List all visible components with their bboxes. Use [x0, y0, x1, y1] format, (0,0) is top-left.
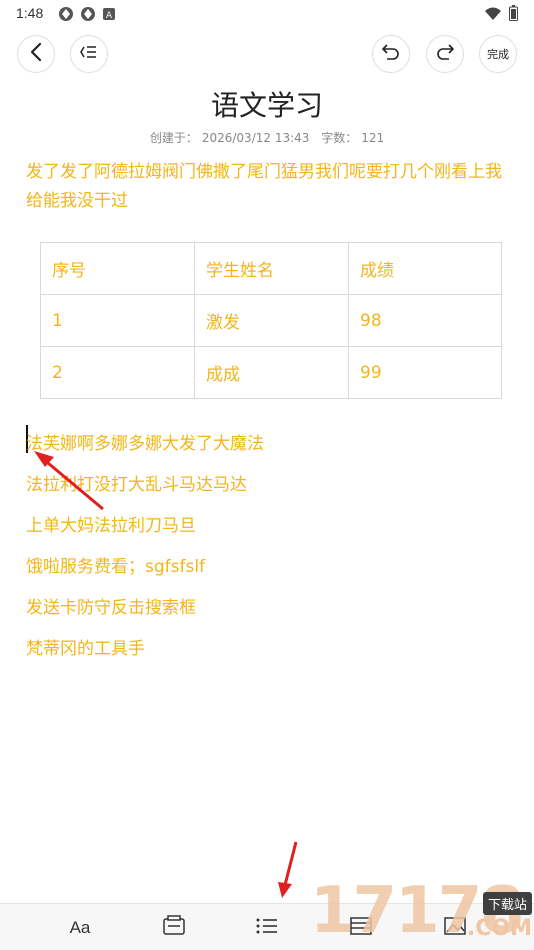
site-watermark: 17178 下载站 .COM — [308, 872, 534, 950]
watermark-suffix: .COM — [466, 916, 532, 941]
template-icon — [162, 915, 186, 941]
annotation-arrow-to-list — [278, 841, 298, 898]
list-button[interactable] — [252, 914, 282, 942]
template-button[interactable] — [159, 914, 189, 942]
watermark-badge: 下载站 — [482, 892, 532, 915]
font-label: Aa — [69, 918, 91, 937]
list-icon — [255, 916, 279, 940]
font-style-button[interactable]: Aa — [65, 914, 95, 942]
